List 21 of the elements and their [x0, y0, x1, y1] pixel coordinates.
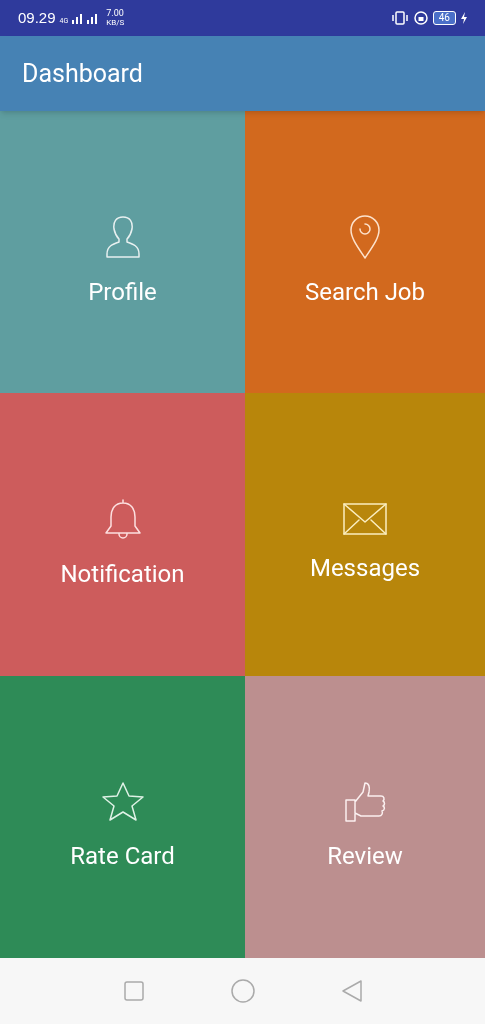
dashboard-tile[interactable]: Notification — [0, 393, 245, 676]
speed-unit: KB/S — [106, 18, 125, 27]
circle-icon[interactable] — [229, 978, 256, 1004]
location-pin-icon — [348, 214, 382, 261]
dashboard-tile[interactable]: Profile — [0, 111, 245, 394]
speed-value: 7.00 — [106, 9, 125, 18]
back-triangle-icon[interactable] — [340, 979, 363, 1003]
vibrate-icon — [390, 11, 409, 25]
clock-time: 09.29 — [18, 7, 56, 28]
battery-level: 46 — [432, 11, 456, 25]
app-bar-title: Dashboard — [22, 57, 143, 90]
dashboard-tile[interactable]: Messages — [245, 393, 485, 676]
charging-icon — [461, 12, 467, 24]
dashboard-tile[interactable]: Review — [245, 675, 485, 958]
thumbs-up-icon — [343, 779, 387, 824]
envelope-icon — [342, 502, 388, 537]
star-icon — [99, 779, 146, 824]
lock-icon — [413, 11, 428, 25]
dashboard-tile[interactable]: Search Job — [245, 111, 485, 394]
square-icon[interactable] — [122, 980, 145, 1002]
dashboard-tile[interactable]: Rate Card — [0, 675, 245, 958]
